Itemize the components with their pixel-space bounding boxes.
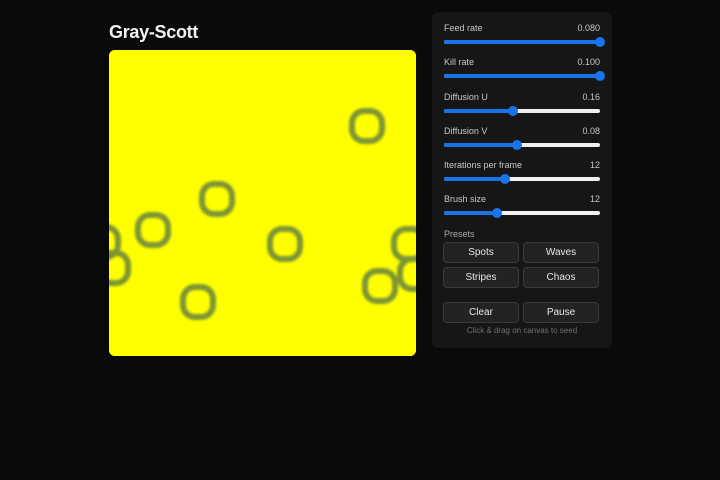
canvas-hint: Click & drag on canvas to seed bbox=[466, 326, 578, 335]
slider-value: 0.08 bbox=[582, 126, 600, 136]
slider-fill bbox=[444, 211, 498, 215]
simulation-surface[interactable] bbox=[109, 50, 416, 356]
slider-value: 0.080 bbox=[577, 23, 600, 33]
slider-value: 12 bbox=[589, 160, 600, 170]
presets-label: Presets bbox=[444, 229, 475, 239]
slider-thumb[interactable] bbox=[492, 208, 503, 218]
slider-track[interactable] bbox=[444, 140, 600, 150]
slider-track[interactable] bbox=[444, 174, 600, 184]
slider-value: 0.16 bbox=[582, 92, 600, 102]
slider-label: Diffusion V bbox=[444, 126, 488, 136]
slider-thumb[interactable] bbox=[507, 106, 518, 116]
slider-thumb[interactable] bbox=[595, 71, 605, 81]
slider-fill bbox=[444, 143, 518, 147]
slider-thumb[interactable] bbox=[595, 37, 605, 47]
preset-stripes-button[interactable]: Stripes bbox=[443, 267, 519, 288]
slider-label: Brush size bbox=[444, 194, 487, 204]
slider-fill bbox=[444, 177, 505, 181]
control-panel: Feed rate 0.080 Kill rate 0.100 Diffusion U 0… bbox=[432, 12, 612, 348]
slider-track[interactable] bbox=[444, 106, 600, 116]
slider-track[interactable] bbox=[444, 208, 600, 218]
preset-waves-button[interactable]: Waves bbox=[523, 242, 599, 263]
preset-chaos-button[interactable]: Chaos bbox=[523, 267, 599, 288]
slider-label: Iterations per frame bbox=[444, 160, 523, 170]
slider-label: Feed rate bbox=[444, 23, 483, 33]
preset-spots-button[interactable]: Spots bbox=[443, 242, 519, 263]
slider-fill bbox=[444, 74, 600, 78]
slider-thumb[interactable] bbox=[499, 174, 510, 184]
simulation-canvas[interactable] bbox=[109, 50, 416, 356]
page-title: Gray-Scott bbox=[109, 22, 199, 42]
slider-track[interactable] bbox=[444, 71, 605, 81]
clear-button[interactable]: Clear bbox=[443, 302, 519, 323]
slider-track[interactable] bbox=[444, 37, 605, 47]
slider-thumb[interactable] bbox=[512, 140, 523, 150]
slider-fill bbox=[444, 40, 600, 44]
slider-label: Diffusion U bbox=[444, 92, 488, 102]
pause-button[interactable]: Pause bbox=[523, 302, 599, 323]
slider-fill bbox=[444, 109, 513, 113]
slider-value: 0.100 bbox=[577, 57, 600, 67]
slider-value: 12 bbox=[589, 194, 600, 204]
slider-label: Kill rate bbox=[444, 57, 475, 67]
